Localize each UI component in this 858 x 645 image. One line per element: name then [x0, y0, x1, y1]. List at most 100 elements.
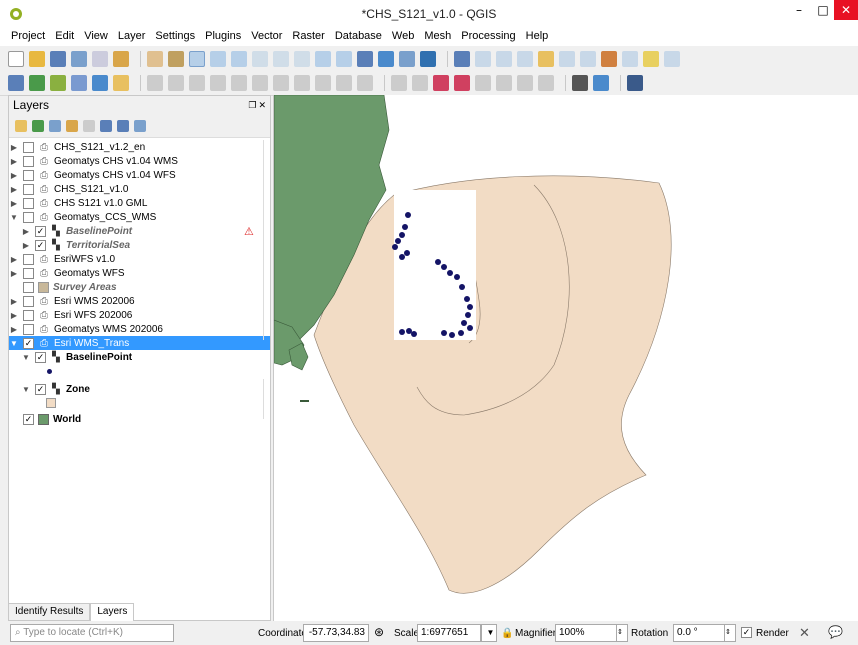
add-raster-icon[interactable]: [50, 75, 66, 91]
layer-checkbox[interactable]: [23, 197, 34, 209]
layer-checkbox[interactable]: [23, 323, 34, 335]
paste-features-icon[interactable]: [315, 75, 331, 91]
tab-identify-results[interactable]: Identify Results: [8, 603, 91, 621]
layer-group-row[interactable]: ▶ ⎙ Geomatys CHS v1.04 WMS: [9, 154, 270, 168]
layer-checkbox[interactable]: [23, 169, 34, 181]
field-calculator-icon[interactable]: [559, 50, 575, 67]
zoom-next-icon[interactable]: [336, 50, 352, 67]
menu-project[interactable]: Project: [6, 28, 50, 46]
layer-checkbox[interactable]: [23, 211, 34, 223]
expand-arrow-icon[interactable]: ▶: [21, 241, 31, 250]
data-source-manager-icon[interactable]: [8, 75, 24, 91]
pan-icon[interactable]: [147, 50, 163, 67]
crs-icon[interactable]: ✕: [799, 625, 810, 641]
show-bookmarks-icon[interactable]: [399, 50, 415, 67]
layer-group-row[interactable]: ▶ ⎙ Geomatys WMS 202006: [9, 322, 270, 336]
layer-checkbox[interactable]: [23, 141, 34, 153]
menu-view[interactable]: View: [79, 28, 113, 46]
layer-checkbox[interactable]: [23, 295, 34, 307]
expand-all-icon[interactable]: [100, 119, 112, 132]
save-edits-icon[interactable]: [189, 75, 205, 91]
layer-group-row[interactable]: ▶ ⎙ Esri WFS 202006: [9, 308, 270, 322]
zoom-in-icon[interactable]: [189, 50, 205, 67]
new-map-view-icon[interactable]: [357, 50, 373, 67]
annotation-icon[interactable]: [664, 50, 680, 67]
magnifier-field[interactable]: 100%: [555, 624, 625, 642]
label-diagram-icon[interactable]: [538, 75, 554, 91]
deselect-icon[interactable]: [517, 50, 533, 67]
layer-checkbox[interactable]: ✓: [35, 239, 46, 251]
copy-features-icon[interactable]: [294, 75, 310, 91]
layer-checkbox[interactable]: ✓: [35, 383, 46, 395]
locator-search-input[interactable]: ⌕ Type to locate (Ctrl+K): [10, 624, 174, 642]
expand-arrow-icon[interactable]: ▶: [9, 171, 19, 180]
label-pin-icon[interactable]: [412, 75, 428, 91]
collapse-all-icon[interactable]: [117, 119, 129, 132]
collapse-arrow-icon[interactable]: ▼: [9, 339, 19, 348]
magnifier-spinner-icon[interactable]: ⇕: [616, 624, 628, 642]
label-change-icon[interactable]: [496, 75, 512, 91]
collapse-arrow-icon[interactable]: ▼: [9, 213, 19, 222]
menu-layer[interactable]: Layer: [113, 28, 151, 46]
layer-row[interactable]: ▶ ✓ ▚ TerritorialSea: [9, 238, 270, 252]
scale-dropdown-icon[interactable]: ▼: [481, 624, 497, 642]
menu-edit[interactable]: Edit: [50, 28, 79, 46]
expand-arrow-icon[interactable]: ▶: [9, 297, 19, 306]
menu-help[interactable]: Help: [521, 28, 554, 46]
menu-plugins[interactable]: Plugins: [200, 28, 246, 46]
menu-mesh[interactable]: Mesh: [419, 28, 456, 46]
layer-group-row-selected[interactable]: ▼ ✓ ⎙ Esri WMS_Trans: [9, 336, 270, 350]
expand-arrow-icon[interactable]: ▶: [9, 157, 19, 166]
filter-expression-icon[interactable]: [83, 119, 95, 132]
zoom-native-icon[interactable]: [294, 50, 310, 67]
layer-checkbox[interactable]: ✓: [35, 225, 46, 237]
add-feature-icon[interactable]: [210, 75, 226, 91]
lock-icon[interactable]: 🔒: [501, 628, 513, 639]
layer-group-row[interactable]: ▶ ⎙ Geomatys CHS v1.04 WFS: [9, 168, 270, 182]
measure-icon[interactable]: [622, 50, 638, 67]
zoom-layer-icon[interactable]: [273, 50, 289, 67]
float-panel-icon[interactable]: ❐: [248, 100, 256, 111]
rotation-spinner-icon[interactable]: ⇕: [724, 624, 736, 642]
menu-database[interactable]: Database: [330, 28, 387, 46]
select-features-icon[interactable]: [496, 50, 512, 67]
pan-to-selection-icon[interactable]: [168, 50, 184, 67]
render-checkbox[interactable]: ✓: [741, 627, 752, 638]
messages-icon[interactable]: 💬: [828, 625, 843, 639]
attribute-table-icon[interactable]: [538, 50, 554, 67]
remove-layer-icon[interactable]: [134, 119, 146, 132]
save-project-icon[interactable]: [50, 50, 66, 67]
cut-features-icon[interactable]: [273, 75, 289, 91]
filter-legend-icon[interactable]: [66, 119, 78, 132]
add-spatialite-icon[interactable]: [92, 75, 108, 91]
toggle-editing-icon[interactable]: [168, 75, 184, 91]
scale-field[interactable]: 1:6977651: [417, 624, 481, 642]
add-group-icon[interactable]: [32, 119, 44, 132]
zoom-full-icon[interactable]: [231, 50, 247, 67]
add-wms-icon[interactable]: [113, 75, 129, 91]
statistics-icon[interactable]: [601, 50, 617, 67]
extents-toggle-icon[interactable]: ⊛: [374, 625, 384, 639]
collapse-arrow-icon[interactable]: ▼: [21, 353, 31, 362]
metasearch-icon[interactable]: [627, 75, 643, 91]
close-panel-icon[interactable]: ✕: [258, 100, 266, 111]
identify-icon[interactable]: [454, 50, 470, 67]
label-show-icon[interactable]: [517, 75, 533, 91]
layer-row[interactable]: ▶ ✓ ▚ BaselinePoint ⚠: [9, 224, 270, 238]
manage-themes-icon[interactable]: [49, 119, 61, 132]
layer-checkbox[interactable]: ✓: [23, 337, 34, 349]
maximize-button[interactable]: □: [812, 0, 834, 20]
label-move-icon[interactable]: [454, 75, 470, 91]
print-layout-icon[interactable]: [92, 50, 108, 67]
add-vector-icon[interactable]: [29, 75, 45, 91]
new-project-icon[interactable]: [8, 50, 24, 67]
layer-group-row[interactable]: ▶ ⎙ Geomatys WFS: [9, 266, 270, 280]
save-as-icon[interactable]: [71, 50, 87, 67]
menu-vector[interactable]: Vector: [246, 28, 287, 46]
zoom-out-icon[interactable]: [210, 50, 226, 67]
layer-group-row[interactable]: ▶ ⎙ CHS S121 v1.0 GML: [9, 196, 270, 210]
warning-icon[interactable]: ⚠: [244, 225, 254, 238]
expand-arrow-icon[interactable]: ▶: [9, 311, 19, 320]
zoom-selection-icon[interactable]: [252, 50, 268, 67]
menu-settings[interactable]: Settings: [150, 28, 200, 46]
